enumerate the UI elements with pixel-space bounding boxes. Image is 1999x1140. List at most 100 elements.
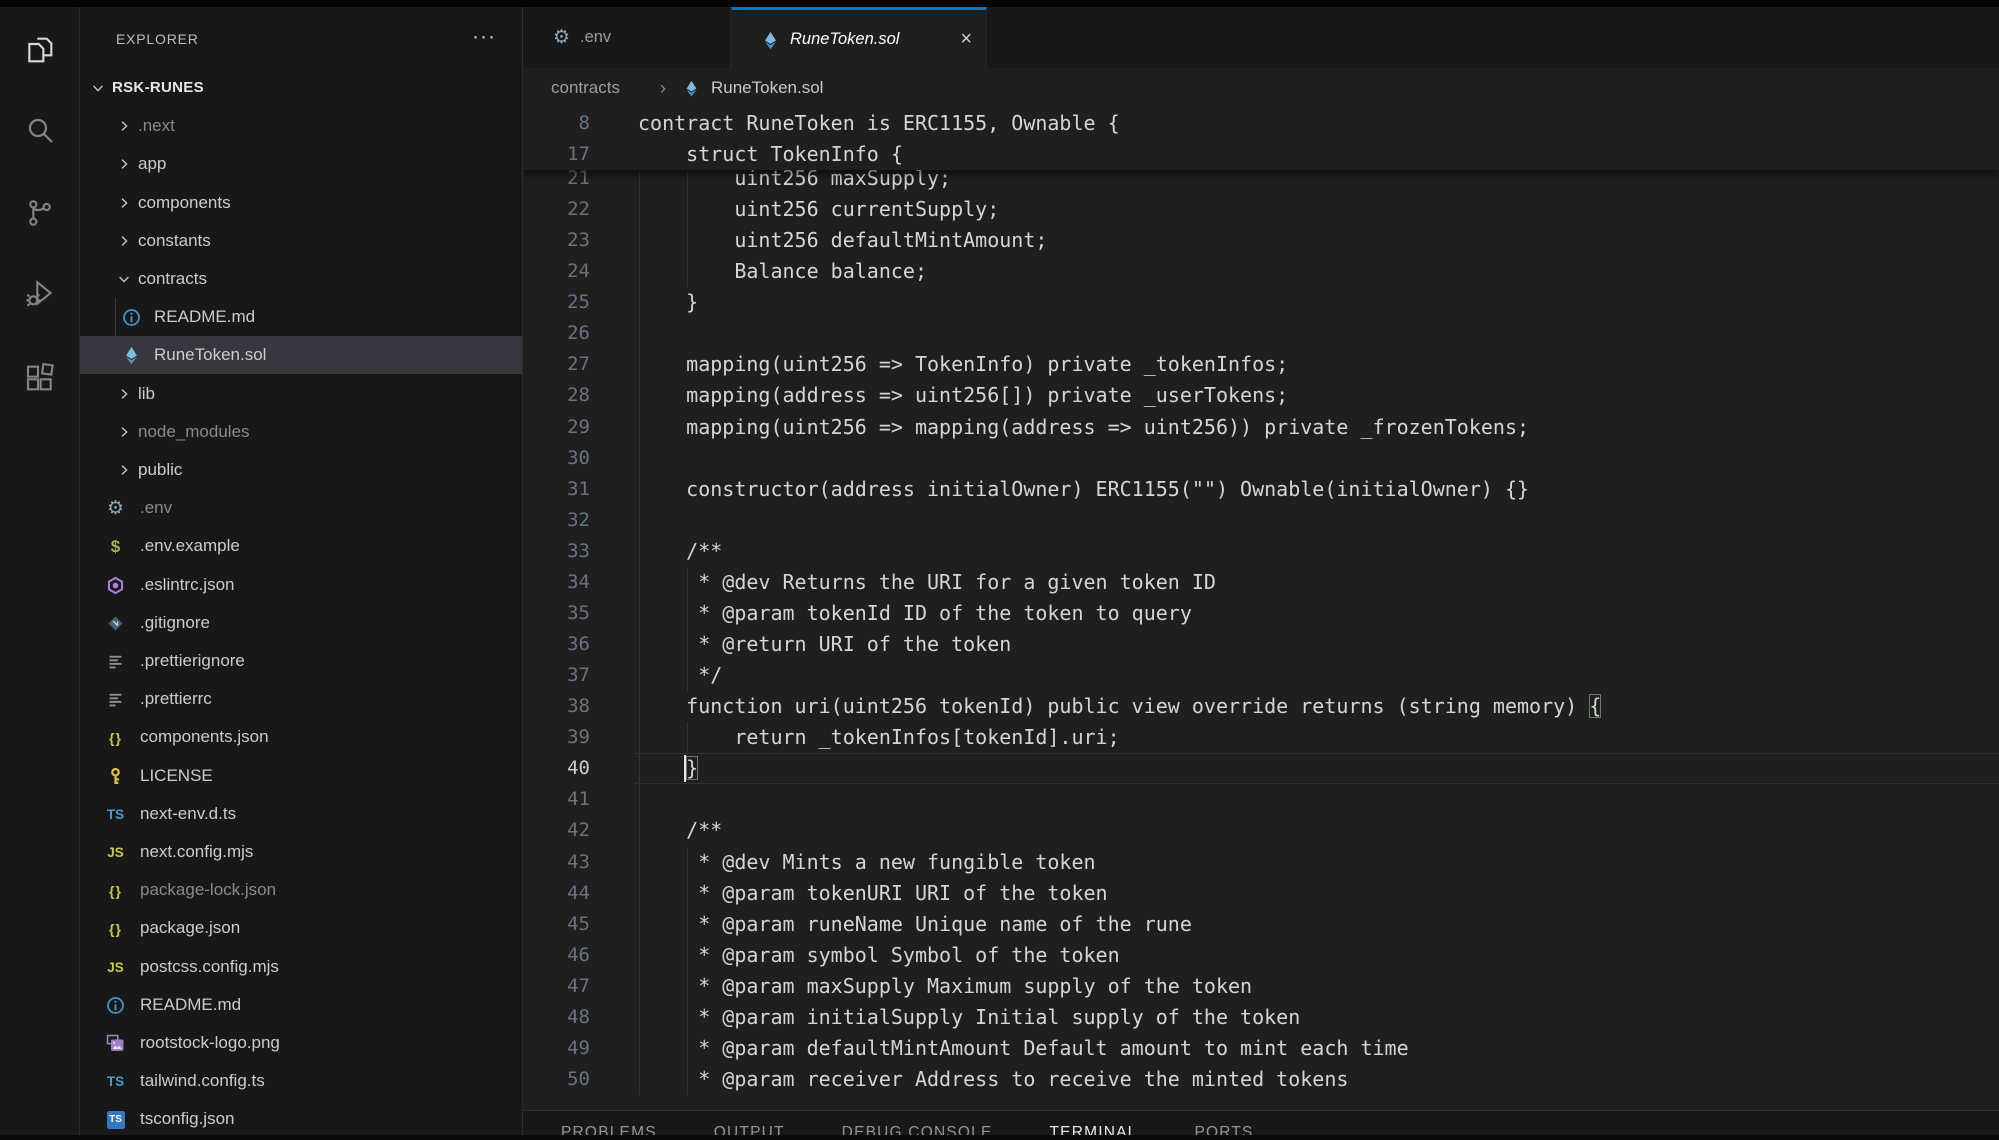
close-icon[interactable]: × — [960, 10, 972, 68]
code-line-48[interactable]: 48 * @param initialSupply Initial supply… — [523, 1002, 1999, 1033]
more-actions-icon[interactable]: ··· — [472, 25, 496, 49]
code-line-30[interactable]: 30 — [523, 443, 1999, 474]
extensions-icon[interactable] — [24, 362, 56, 394]
tree-file-readme-md[interactable]: README.md — [80, 298, 522, 336]
code-line-28[interactable]: 28 mapping(address => uint256[]) private… — [523, 380, 1999, 411]
tab-env[interactable]: ⚙ .env — [523, 7, 731, 68]
code-line-17[interactable]: 17 struct TokenInfo { — [523, 139, 1999, 170]
tree-root-rsk-runes[interactable]: RSK-RUNES — [80, 69, 522, 107]
line-number: 22 — [523, 194, 590, 225]
code-line-50[interactable]: 50 * @param receiver Address to receive … — [523, 1064, 1999, 1095]
search-icon[interactable] — [24, 114, 56, 146]
code-line-26[interactable]: 26 — [523, 318, 1999, 349]
code-line-24[interactable]: 24 Balance balance; — [523, 256, 1999, 287]
tree-item-label: rootstock-logo.png — [140, 1024, 280, 1062]
code-line-45[interactable]: 45 * @param runeName Unique name of the … — [523, 909, 1999, 940]
line-number: 49 — [523, 1033, 590, 1064]
tree-item-label: .env — [140, 489, 172, 527]
code-text: /** — [638, 815, 722, 846]
explorer-sidebar: EXPLORER ··· RSK-RUNES.nextappcomponents… — [80, 7, 523, 1140]
code-text: mapping(address => uint256[]) private _u… — [638, 380, 1288, 411]
chevron-right-icon — [116, 424, 132, 440]
run-debug-icon[interactable] — [24, 277, 56, 309]
source-control-icon[interactable] — [24, 197, 56, 229]
tree-file--env[interactable]: ⚙.env — [80, 489, 522, 527]
tab-label: .env — [580, 7, 611, 68]
sidebar-header: EXPLORER ··· — [80, 7, 522, 69]
code-line-46[interactable]: 46 * @param symbol Symbol of the token — [523, 940, 1999, 971]
tree-file-next-env-d-ts[interactable]: TSnext-env.d.ts — [80, 795, 522, 833]
code-line-31[interactable]: 31 constructor(address initialOwner) ERC… — [523, 474, 1999, 505]
code-editor[interactable]: 21 uint256 maxSupply;22 uint256 currentS… — [523, 108, 1999, 1110]
code-line-29[interactable]: 29 mapping(uint256 => mapping(address =>… — [523, 412, 1999, 443]
tree-item-label: next-env.d.ts — [140, 795, 236, 833]
tree-file-package-lock-json[interactable]: {}package-lock.json — [80, 871, 522, 909]
tree-file-package-json[interactable]: {}package.json — [80, 909, 522, 947]
tree-indent-guide — [115, 336, 116, 374]
code-line-33[interactable]: 33 /** — [523, 536, 1999, 567]
explorer-icon[interactable] — [24, 34, 56, 66]
line-number: 47 — [523, 971, 590, 1002]
code-line-41[interactable]: 41 — [523, 784, 1999, 815]
tree-file--prettierrc[interactable]: .prettierrc — [80, 680, 522, 718]
braces-icon: {} — [106, 728, 125, 747]
tree-file--gitignore[interactable]: .gitignore — [80, 604, 522, 642]
tree-file-tsconfig-json[interactable]: TStsconfig.json — [80, 1100, 522, 1138]
tree-file-runetoken-sol[interactable]: RuneToken.sol — [80, 336, 522, 374]
breadcrumb-segment-file[interactable]: RuneToken.sol — [711, 68, 823, 108]
tree-file-postcss-config-mjs[interactable]: JSpostcss.config.mjs — [80, 948, 522, 986]
line-number: 48 — [523, 1002, 590, 1033]
code-line-37[interactable]: 37 */ — [523, 660, 1999, 691]
tree-file-readme-md[interactable]: README.md — [80, 986, 522, 1024]
tree-file-components-json[interactable]: {}components.json — [80, 718, 522, 756]
line-number: 17 — [523, 139, 590, 170]
code-line-22[interactable]: 22 uint256 currentSupply; — [523, 194, 1999, 225]
braces-icon: {} — [106, 881, 125, 900]
code-line-42[interactable]: 42 /** — [523, 815, 1999, 846]
tree-folder-node-modules[interactable]: node_modules — [80, 413, 522, 451]
js-icon: JS — [106, 958, 125, 977]
tree-file-license[interactable]: LICENSE — [80, 757, 522, 795]
code-line-38[interactable]: 38 function uri(uint256 tokenId) public … — [523, 691, 1999, 722]
tree-file-tailwind-config-ts[interactable]: TStailwind.config.ts — [80, 1062, 522, 1100]
line-number: 46 — [523, 940, 590, 971]
tree-folder-lib[interactable]: lib — [80, 375, 522, 413]
code-line-27[interactable]: 27 mapping(uint256 => TokenInfo) private… — [523, 349, 1999, 380]
code-line-34[interactable]: 34 * @dev Returns the URI for a given to… — [523, 567, 1999, 598]
sidebar-title: EXPLORER — [116, 31, 199, 47]
code-text: uint256 defaultMintAmount; — [638, 225, 1047, 256]
code-line-44[interactable]: 44 * @param tokenURI URI of the token — [523, 878, 1999, 909]
code-text: mapping(uint256 => TokenInfo) private _t… — [638, 349, 1288, 380]
tree-file-next-config-mjs[interactable]: JSnext.config.mjs — [80, 833, 522, 871]
code-line-23[interactable]: 23 uint256 defaultMintAmount; — [523, 225, 1999, 256]
tree-folder-contracts[interactable]: contracts — [80, 260, 522, 298]
code-line-32[interactable]: 32 — [523, 505, 1999, 536]
tree-folder--next[interactable]: .next — [80, 107, 522, 145]
code-line-47[interactable]: 47 * @param maxSupply Maximum supply of … — [523, 971, 1999, 1002]
window-top-edge — [0, 0, 1999, 7]
code-line-39[interactable]: 39 return _tokenInfos[tokenId].uri; — [523, 722, 1999, 753]
tree-file--eslintrc-json[interactable]: .eslintrc.json — [80, 566, 522, 604]
tree-item-label: components — [138, 184, 231, 222]
code-line-36[interactable]: 36 * @return URI of the token — [523, 629, 1999, 660]
window-bottom-edge — [0, 1135, 1999, 1140]
tree-folder-constants[interactable]: constants — [80, 222, 522, 260]
code-line-25[interactable]: 25 } — [523, 287, 1999, 318]
line-number: 40 — [523, 753, 590, 784]
code-text: mapping(uint256 => mapping(address => ui… — [638, 412, 1529, 443]
tab-runetoken-sol[interactable]: RuneToken.sol × — [731, 7, 987, 68]
tree-folder-components[interactable]: components — [80, 184, 522, 222]
tree-file-rootstock-logo-png[interactable]: rootstock-logo.png — [80, 1024, 522, 1062]
code-line-49[interactable]: 49 * @param defaultMintAmount Default am… — [523, 1033, 1999, 1064]
code-text: * @param receiver Address to receive the… — [638, 1064, 1348, 1095]
tree-folder-app[interactable]: app — [80, 145, 522, 183]
code-line-40[interactable]: 40 } — [523, 753, 1999, 784]
code-line-43[interactable]: 43 * @dev Mints a new fungible token — [523, 847, 1999, 878]
breadcrumb-segment-contracts[interactable]: contracts — [551, 68, 620, 108]
tree-item-label: README.md — [154, 298, 255, 336]
code-line-8[interactable]: 8contract RuneToken is ERC1155, Ownable … — [523, 108, 1999, 139]
code-line-35[interactable]: 35 * @param tokenId ID of the token to q… — [523, 598, 1999, 629]
tree-file--prettierignore[interactable]: .prettierignore — [80, 642, 522, 680]
tree-file--env-example[interactable]: $.env.example — [80, 527, 522, 565]
tree-folder-public[interactable]: public — [80, 451, 522, 489]
